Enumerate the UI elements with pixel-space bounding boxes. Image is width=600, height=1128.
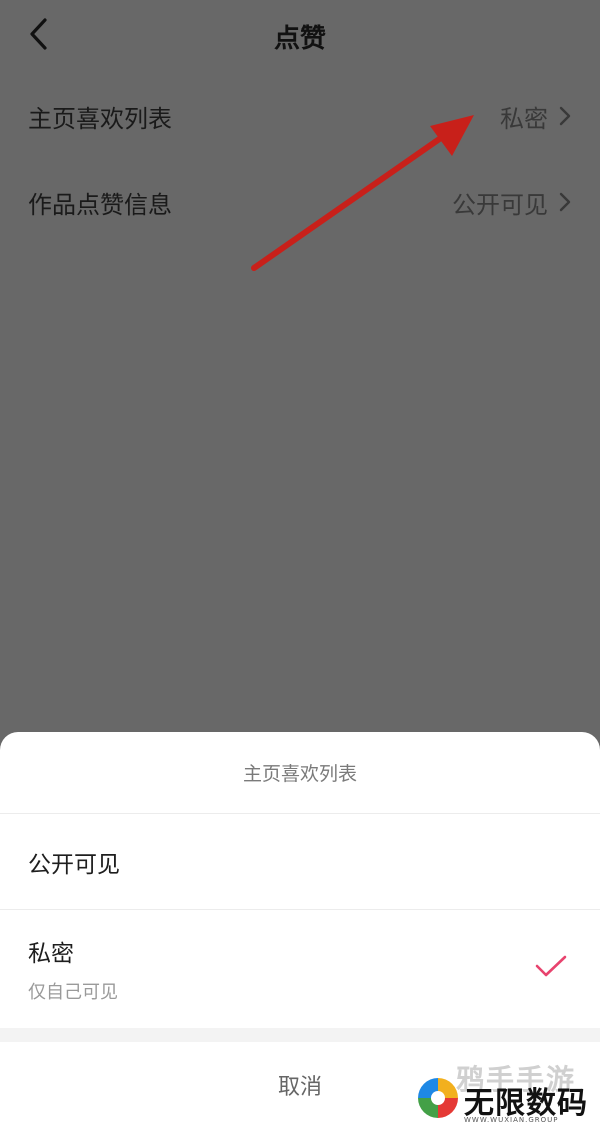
visibility-bottom-sheet: 主页喜欢列表 公开可见 私密 仅自己可见 取消 — [0, 732, 600, 1128]
checkmark-icon — [535, 955, 567, 977]
setting-label: 作品点赞信息 — [28, 190, 172, 219]
setting-value: 公开可见 — [452, 190, 548, 219]
option-label: 私密 — [28, 941, 74, 967]
option-label: 公开可见 — [28, 851, 120, 878]
page-title: 点赞 — [273, 24, 326, 54]
setting-value-group: 私密 — [500, 99, 572, 134]
nav-bar: 点赞 — [0, 0, 600, 72]
setting-row-work-like-info[interactable]: 作品点赞信息 公开可见 — [0, 162, 600, 242]
option-public[interactable]: 公开可见 — [0, 814, 600, 910]
chevron-right-icon — [559, 106, 571, 126]
sheet-title: 主页喜欢列表 — [0, 732, 600, 814]
sheet-divider — [0, 1028, 600, 1042]
setting-value: 私密 — [500, 104, 548, 133]
setting-label: 主页喜欢列表 — [28, 104, 172, 133]
option-sublabel: 仅自己可见 — [28, 982, 118, 1003]
cancel-button[interactable]: 取消 — [0, 1042, 600, 1128]
setting-value-group: 公开可见 — [452, 185, 572, 220]
chevron-right-icon — [559, 192, 571, 212]
setting-row-home-likes-list[interactable]: 主页喜欢列表 私密 — [0, 76, 600, 156]
option-private[interactable]: 私密 仅自己可见 — [0, 910, 600, 1028]
